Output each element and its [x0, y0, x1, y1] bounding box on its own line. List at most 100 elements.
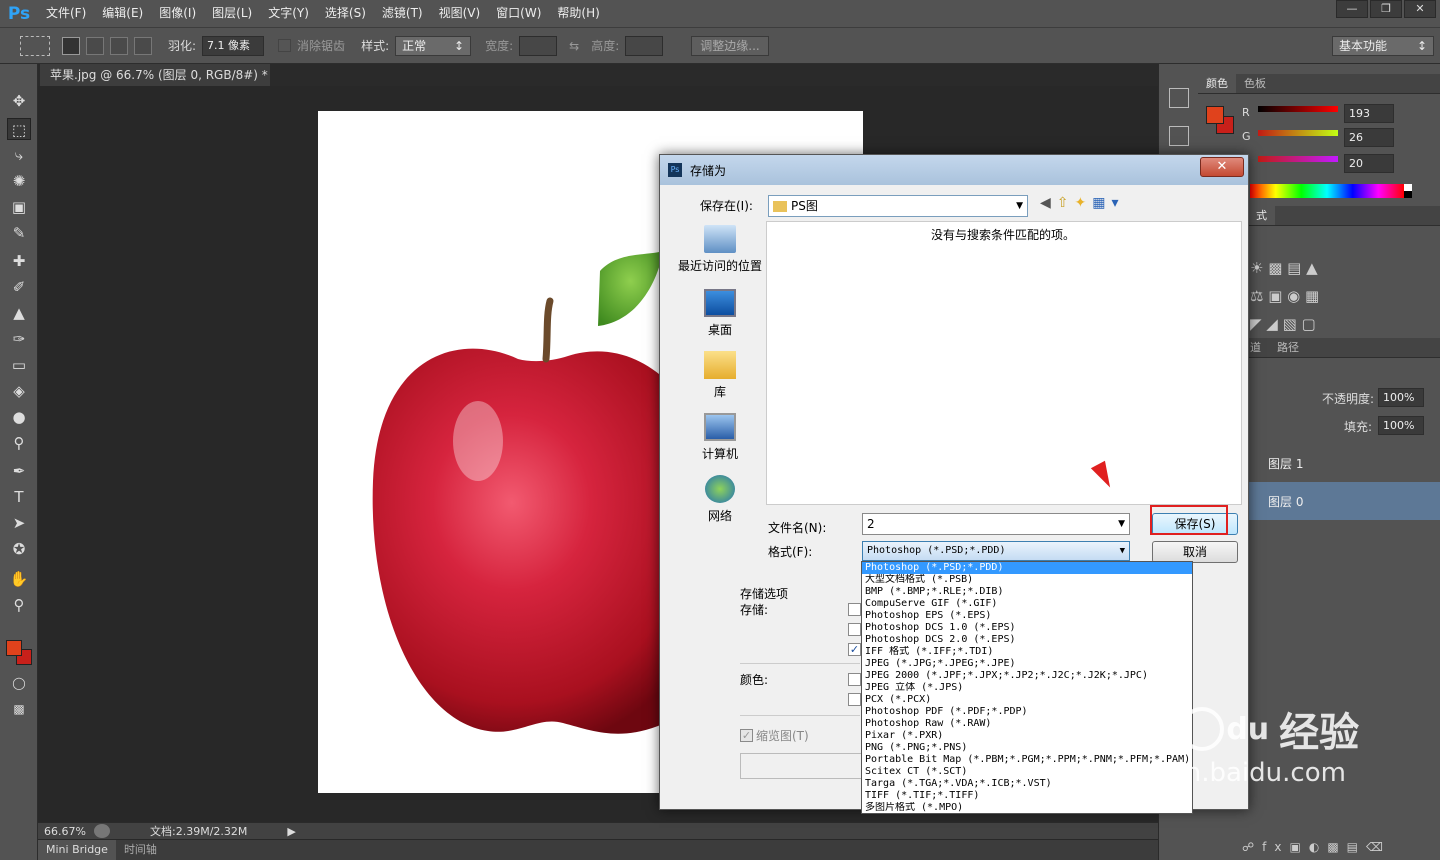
bucket-tool-icon[interactable]: ◈: [7, 380, 31, 402]
eyedropper-icon[interactable]: ✎: [7, 222, 31, 244]
dialog-titlebar[interactable]: Ps 存储为: [660, 155, 1248, 185]
subtract-selection-icon[interactable]: [110, 36, 128, 55]
restore-icon[interactable]: ❐: [1370, 0, 1402, 18]
menu-window[interactable]: 窗口(W): [488, 0, 549, 27]
new-selection-icon[interactable]: [62, 36, 80, 55]
move-tool-icon[interactable]: ✥: [7, 90, 31, 112]
mask-icon[interactable]: ▣: [1289, 840, 1308, 854]
new-layer-icon[interactable]: ▤: [1347, 840, 1366, 854]
g-value[interactable]: 26: [1344, 128, 1394, 147]
place-library[interactable]: 库: [674, 351, 766, 400]
b-value[interactable]: 20: [1344, 154, 1394, 173]
screen-mode-icon[interactable]: ▩: [7, 698, 31, 720]
up-folder-icon[interactable]: ⇧: [1057, 195, 1075, 211]
tab-mini-bridge[interactable]: Mini Bridge: [38, 840, 116, 860]
workspace-select[interactable]: 基本功能 ↕: [1332, 36, 1434, 56]
lasso-tool-icon[interactable]: ⤷: [7, 144, 31, 166]
quick-mask-icon[interactable]: ◯: [7, 672, 31, 694]
marquee-preset-icon[interactable]: [20, 35, 50, 56]
fx-icon[interactable]: fx: [1262, 840, 1289, 854]
color-checkbox[interactable]: [848, 673, 861, 686]
place-network[interactable]: 网络: [674, 475, 766, 524]
panel-fg-swatch[interactable]: [1206, 106, 1224, 124]
menu-edit[interactable]: 编辑(E): [94, 0, 151, 27]
menu-image[interactable]: 图像(I): [151, 0, 204, 27]
status-arrow-icon[interactable]: ▶: [287, 825, 295, 838]
save-checkbox[interactable]: ✓: [848, 643, 861, 656]
trash-icon[interactable]: ⌫: [1366, 840, 1391, 854]
format-option[interactable]: JPEG (*.JPG;*.JPEG;*.JPE): [862, 658, 1192, 670]
foreground-color-swatch[interactable]: [6, 640, 22, 656]
document-tab[interactable]: 苹果.jpg @ 66.7% (图层 0, RGB/8#) * ×: [40, 64, 270, 104]
brush-tool-icon[interactable]: ✐: [7, 276, 31, 298]
place-recent[interactable]: 最近访问的位置: [674, 225, 766, 274]
hand-tool-icon[interactable]: ✋: [7, 568, 31, 590]
menu-select[interactable]: 选择(S): [317, 0, 374, 27]
format-option[interactable]: Photoshop DCS 1.0 (*.EPS): [862, 622, 1192, 634]
shape-tool-icon[interactable]: ✪: [7, 538, 31, 560]
menu-help[interactable]: 帮助(H): [549, 0, 607, 27]
back-icon[interactable]: ◀: [1040, 195, 1057, 211]
dialog-close-button[interactable]: ✕: [1200, 157, 1244, 177]
balance-icon[interactable]: ⚖ ▣ ◉ ▦: [1250, 287, 1319, 305]
new-folder-icon[interactable]: ✦: [1075, 195, 1093, 211]
intersect-selection-icon[interactable]: [134, 36, 152, 55]
close-icon[interactable]: ✕: [1404, 0, 1436, 18]
tab-swatches[interactable]: 色板: [1236, 74, 1274, 93]
g-slider[interactable]: [1258, 130, 1338, 136]
format-option[interactable]: 大型文档格式 (*.PSB): [862, 574, 1192, 586]
fill-input[interactable]: 100%: [1378, 416, 1424, 435]
invert-icon[interactable]: ◤ ◢ ▧ ▢: [1250, 315, 1316, 333]
width-input[interactable]: [519, 35, 558, 56]
filename-input[interactable]: 2 ▼: [862, 513, 1130, 535]
tab-color[interactable]: 颜色: [1198, 74, 1236, 93]
opacity-input[interactable]: 100%: [1378, 388, 1424, 407]
zoom-readout[interactable]: 66.67%: [38, 825, 94, 838]
stamp-tool-icon[interactable]: ▲: [7, 302, 31, 324]
r-value[interactable]: 193: [1344, 104, 1394, 123]
tab-paths[interactable]: 路径: [1269, 338, 1307, 357]
format-option[interactable]: Photoshop (*.PSD;*.PDD): [862, 562, 1192, 574]
spectrum-bw[interactable]: [1404, 184, 1412, 198]
status-icon[interactable]: [94, 824, 110, 838]
menu-view[interactable]: 视图(V): [431, 0, 489, 27]
color-spectrum[interactable]: [1250, 184, 1404, 198]
properties-icon[interactable]: [1169, 126, 1189, 146]
healing-brush-icon[interactable]: ✚: [7, 250, 31, 272]
cancel-button[interactable]: 取消: [1152, 541, 1238, 563]
menu-layer[interactable]: 图层(L): [204, 0, 260, 27]
style-select[interactable]: 正常 ↕: [395, 35, 472, 56]
place-desktop[interactable]: 桌面: [674, 289, 766, 338]
refine-edge-button[interactable]: 调整边缘...: [691, 35, 769, 56]
format-option[interactable]: CompuServe GIF (*.GIF): [862, 598, 1192, 610]
view-menu-icon[interactable]: ▦▾: [1092, 195, 1124, 211]
r-slider[interactable]: [1258, 106, 1338, 112]
format-option[interactable]: BMP (*.BMP;*.RLE;*.DIB): [862, 586, 1192, 598]
antialias-checkbox[interactable]: [278, 39, 292, 52]
minimize-icon[interactable]: —: [1336, 0, 1368, 18]
b-slider[interactable]: [1258, 156, 1338, 162]
type-tool-icon[interactable]: T: [7, 486, 31, 508]
feather-input[interactable]: 7.1 像素: [202, 35, 265, 56]
tab-timeline[interactable]: 时间轴: [116, 840, 165, 860]
height-input[interactable]: [625, 35, 664, 56]
format-option[interactable]: Photoshop EPS (*.EPS): [862, 610, 1192, 622]
history-brush-icon[interactable]: ✑: [7, 328, 31, 350]
savein-select[interactable]: PS图 ▼: [768, 195, 1028, 217]
format-option[interactable]: IFF 格式 (*.IFF;*.TDI): [862, 646, 1192, 658]
save-checkbox[interactable]: [848, 623, 861, 636]
link-layers-icon[interactable]: ☍: [1242, 840, 1262, 854]
menu-type[interactable]: 文字(Y): [260, 0, 317, 27]
zoom-tool-icon[interactable]: ⚲: [7, 594, 31, 616]
group-icon[interactable]: ▩: [1327, 840, 1346, 854]
save-checkbox[interactable]: [848, 603, 861, 616]
menu-file[interactable]: 文件(F): [38, 0, 94, 27]
quick-select-icon[interactable]: ✺: [7, 170, 31, 192]
dodge-tool-icon[interactable]: ⚲: [7, 432, 31, 454]
format-option[interactable]: Photoshop DCS 2.0 (*.EPS): [862, 634, 1192, 646]
format-select[interactable]: Photoshop (*.PSD;*.PDD) ▼: [862, 541, 1130, 561]
place-computer[interactable]: 计算机: [674, 413, 766, 462]
format-option[interactable]: JPEG 2000 (*.JPF;*.JPX;*.JP2;*.J2C;*.J2K…: [862, 670, 1192, 682]
crop-tool-icon[interactable]: ▣: [7, 196, 31, 218]
format-option[interactable]: JPEG 立体 (*.JPS): [862, 682, 1192, 694]
